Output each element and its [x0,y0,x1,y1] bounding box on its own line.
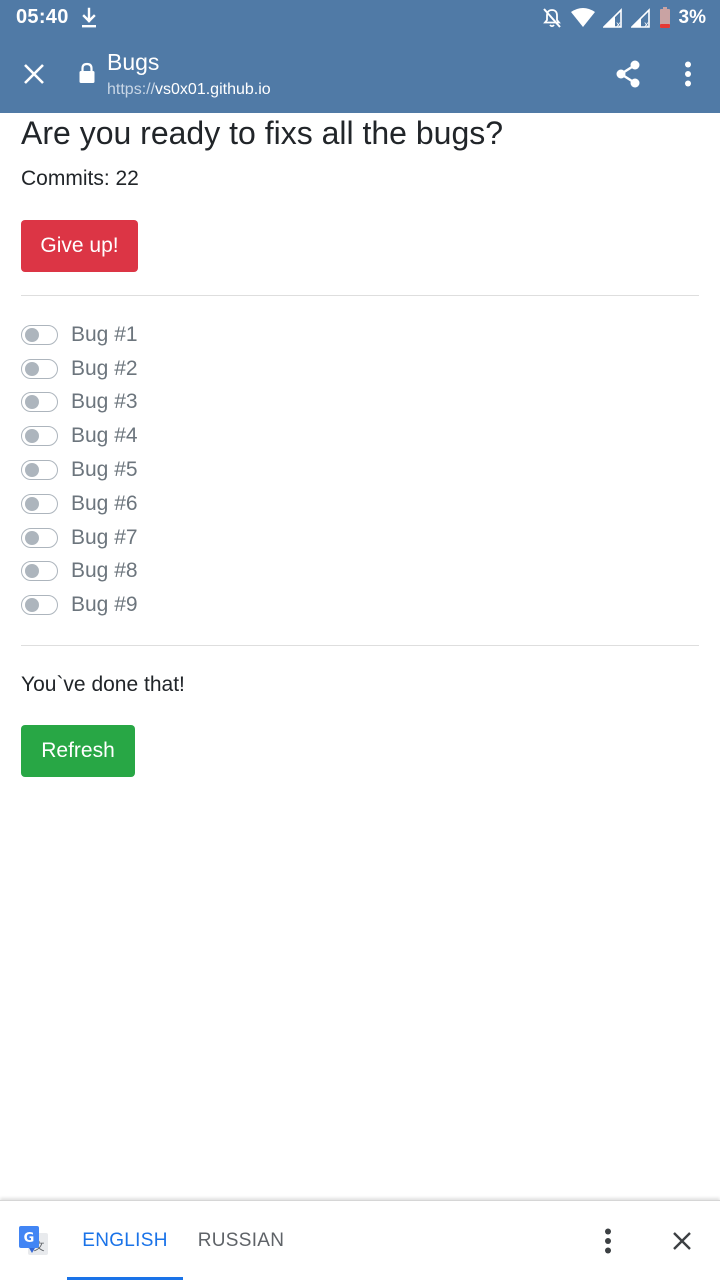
toggle-knob [25,463,39,478]
bug-item: Bug #4 [21,419,138,453]
more-vert-icon [685,61,691,87]
close-icon [673,1232,691,1250]
status-bar: 05:40 x x 3% [0,0,720,36]
download-icon [82,7,96,28]
toggle-knob [25,327,39,342]
bug-item: Bug #9 [21,588,138,622]
url-host: vs0x01.github.io [155,81,271,98]
bug-toggle[interactable] [21,426,58,447]
language-tab-russian[interactable]: RUSSIAN [190,1201,292,1280]
bug-item: Bug #1 [21,318,138,352]
language-tab-english[interactable]: ENGLISH [67,1201,183,1280]
screen: 05:40 x x 3% Bugs https://vs0x01.github.… [0,0,720,1280]
done-message: You`ve done that! [21,673,185,696]
bug-item: Bug #6 [21,487,138,521]
google-translate-icon[interactable]: 文 G [18,1225,50,1257]
svg-text:x: x [616,20,621,28]
bug-toggle[interactable] [21,561,58,582]
toggle-knob [25,598,39,613]
notifications-off-icon [542,8,561,28]
more-vert-icon [605,1228,611,1254]
bug-toggle[interactable] [21,595,58,616]
browser-toolbar: Bugs https://vs0x01.github.io [0,36,720,113]
toggle-knob [25,395,39,410]
toggle-knob [25,564,39,579]
divider [21,645,699,646]
battery-percent: 3% [678,7,706,28]
bug-item: Bug #5 [21,453,138,487]
share-button[interactable] [608,54,648,94]
toggle-knob [25,361,39,376]
refresh-button[interactable]: Refresh [21,725,135,777]
lock-icon [79,62,95,83]
battery-low-icon [659,7,670,28]
bug-item: Bug #2 [21,352,138,386]
bug-item: Bug #3 [21,386,138,420]
share-icon [616,60,640,88]
url-scheme: https:// [107,81,156,98]
signal-icon: x [602,8,622,28]
url-display[interactable]: https://vs0x01.github.io [107,81,271,99]
browser-menu-button[interactable] [668,54,708,94]
status-time: 05:40 [16,6,69,28]
bug-label[interactable]: Bug #7 [71,526,138,550]
bug-label[interactable]: Bug #9 [71,593,138,617]
page-tab-title: Bugs [107,49,160,75]
bug-label[interactable]: Bug #8 [71,559,138,583]
bug-toggle[interactable] [21,460,58,481]
bug-item: Bug #8 [21,555,138,589]
toggle-knob [25,496,39,511]
bug-toggle[interactable] [21,324,58,345]
bug-list: Bug #1 Bug #2 Bug #3 Bug #4 Bug #5 Bug #… [21,318,138,622]
divider [21,295,699,296]
translate-close-button[interactable] [662,1221,702,1261]
bug-toggle[interactable] [21,392,58,413]
toggle-knob [25,530,39,545]
toggle-knob [25,429,39,444]
bug-toggle[interactable] [21,493,58,514]
give-up-button[interactable]: Give up! [21,220,138,272]
bug-item: Bug #7 [21,521,138,555]
svg-text:G: G [24,1231,35,1246]
page-title: Are you ready to fixs all the bugs? [21,115,504,151]
close-icon [24,64,44,84]
bug-label[interactable]: Bug #3 [71,390,138,414]
bug-label[interactable]: Bug #1 [71,323,138,347]
bug-toggle[interactable] [21,358,58,379]
close-tab-button[interactable] [14,54,54,94]
translate-bar: 文 G ENGLISH RUSSIAN [0,1200,720,1280]
commits-count: Commits: 22 [21,167,139,190]
bug-label[interactable]: Bug #4 [71,424,138,448]
bug-label[interactable]: Bug #6 [71,492,138,516]
svg-text:x: x [644,20,649,28]
bug-label[interactable]: Bug #2 [71,357,138,381]
bug-toggle[interactable] [21,527,58,548]
signal-icon: x [630,8,650,28]
translate-menu-button[interactable] [590,1221,626,1261]
wifi-icon [570,8,595,27]
status-icons: x x 3% [541,6,706,30]
bug-label[interactable]: Bug #5 [71,458,138,482]
